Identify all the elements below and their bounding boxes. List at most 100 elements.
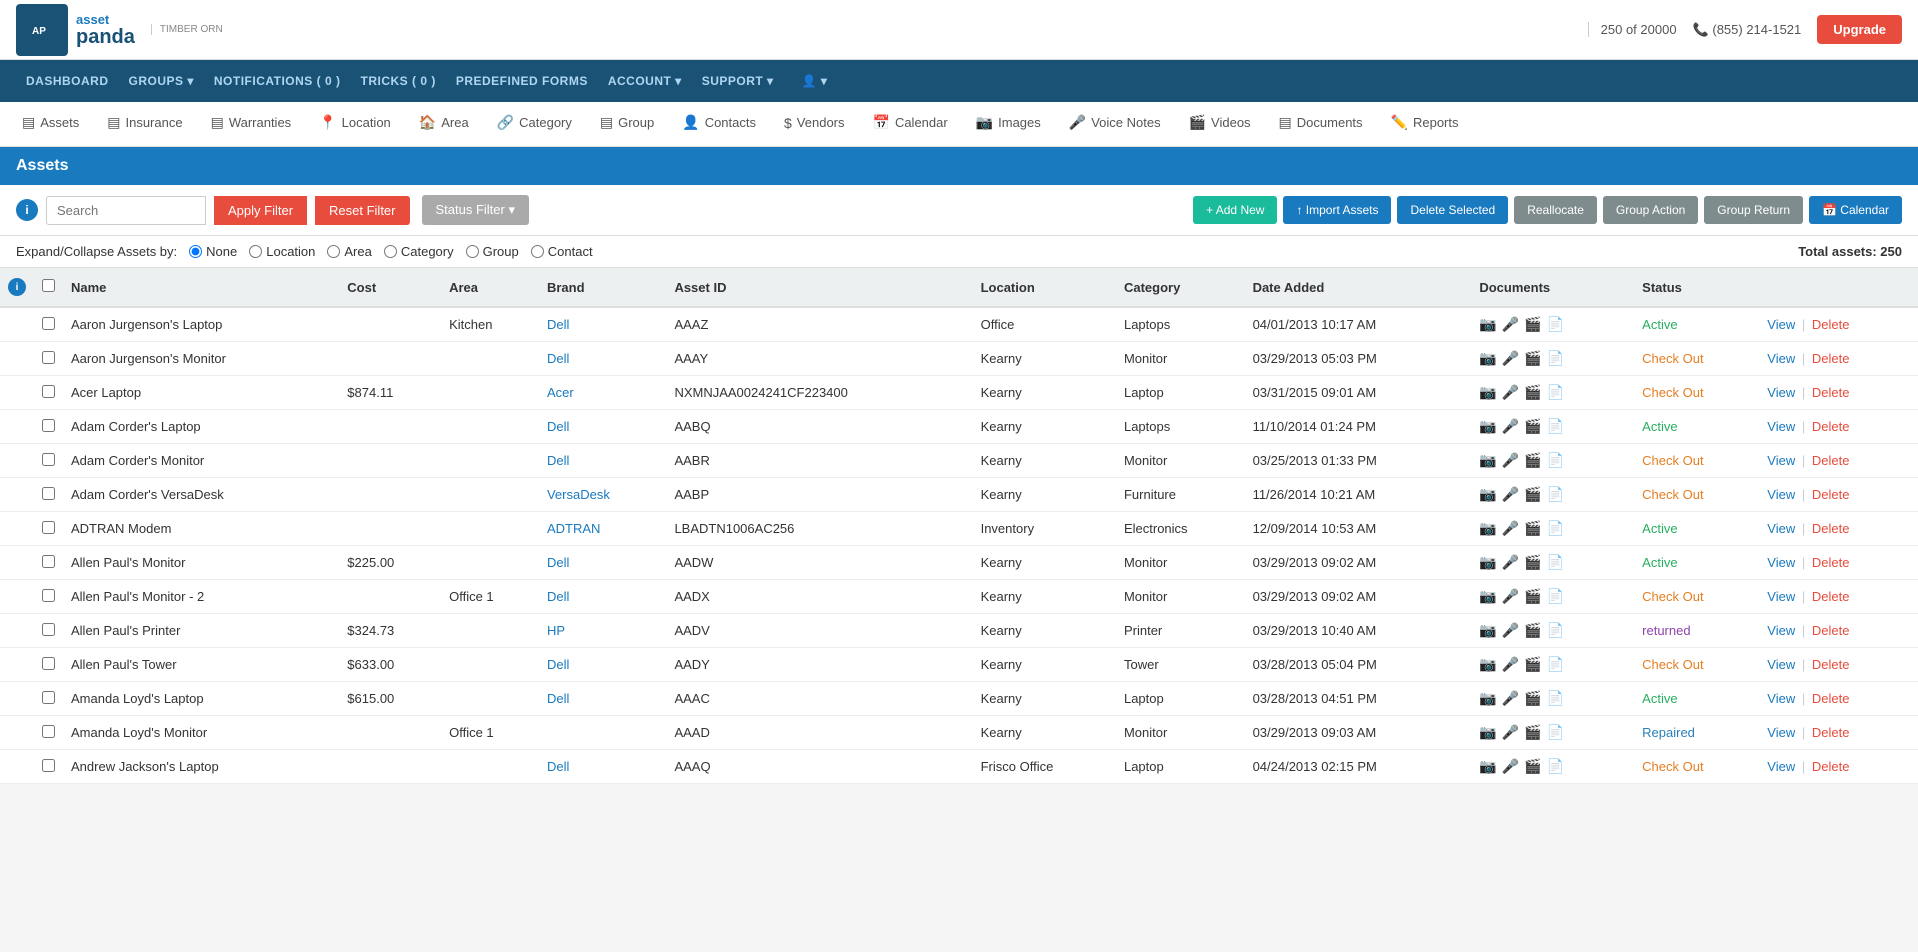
video-icon-9[interactable]: 🎬 — [1524, 622, 1541, 639]
row-delete-13[interactable]: Delete — [1812, 759, 1850, 774]
group-action-button[interactable]: Group Action — [1603, 196, 1698, 224]
reallocate-button[interactable]: Reallocate — [1514, 196, 1597, 224]
row-select-3[interactable] — [42, 419, 55, 432]
mic-icon-5[interactable]: 🎤 — [1502, 486, 1519, 503]
video-icon-7[interactable]: 🎬 — [1524, 554, 1541, 571]
row-brand-link-7[interactable]: Dell — [547, 555, 569, 570]
doc-icon-7[interactable]: 📄 — [1547, 554, 1564, 571]
doc-icon-1[interactable]: 📄 — [1547, 350, 1564, 367]
subnav-assets[interactable]: ▤ Assets — [8, 102, 93, 146]
row-select-9[interactable] — [42, 623, 55, 636]
row-brand-link-6[interactable]: ADTRAN — [547, 521, 600, 536]
subnav-videos[interactable]: 🎬 Videos — [1175, 102, 1265, 146]
mic-icon-13[interactable]: 🎤 — [1502, 758, 1519, 775]
mic-icon-3[interactable]: 🎤 — [1502, 418, 1519, 435]
subnav-warranties[interactable]: ▤ Warranties — [197, 102, 306, 146]
camera-icon-13[interactable]: 📷 — [1479, 758, 1496, 775]
row-select-13[interactable] — [42, 759, 55, 772]
doc-icon-4[interactable]: 📄 — [1547, 452, 1564, 469]
row-select-1[interactable] — [42, 351, 55, 364]
expand-group[interactable]: Group — [466, 244, 519, 259]
row-brand-link-11[interactable]: Dell — [547, 691, 569, 706]
row-delete-7[interactable]: Delete — [1812, 555, 1850, 570]
expand-area[interactable]: Area — [327, 244, 371, 259]
row-select-4[interactable] — [42, 453, 55, 466]
row-select-12[interactable] — [42, 725, 55, 738]
nav-groups[interactable]: GROUPS — [119, 60, 204, 102]
camera-icon-9[interactable]: 📷 — [1479, 622, 1496, 639]
group-return-button[interactable]: Group Return — [1704, 196, 1803, 224]
row-delete-8[interactable]: Delete — [1812, 589, 1850, 604]
camera-icon-7[interactable]: 📷 — [1479, 554, 1496, 571]
video-icon-1[interactable]: 🎬 — [1524, 350, 1541, 367]
delete-selected-button[interactable]: Delete Selected — [1397, 196, 1508, 224]
mic-icon-0[interactable]: 🎤 — [1502, 316, 1519, 333]
nav-tricks[interactable]: TRICKS ( 0 ) — [350, 60, 445, 102]
row-view-10[interactable]: View — [1767, 657, 1795, 672]
row-delete-3[interactable]: Delete — [1812, 419, 1850, 434]
row-view-13[interactable]: View — [1767, 759, 1795, 774]
mic-icon-10[interactable]: 🎤 — [1502, 656, 1519, 673]
subnav-vendors[interactable]: $ Vendors — [770, 103, 859, 146]
subnav-group[interactable]: ▤ Group — [586, 102, 668, 146]
table-info-icon[interactable]: i — [8, 278, 26, 296]
expand-none[interactable]: None — [189, 244, 237, 259]
video-icon-2[interactable]: 🎬 — [1524, 384, 1541, 401]
row-view-1[interactable]: View — [1767, 351, 1795, 366]
video-icon-8[interactable]: 🎬 — [1524, 588, 1541, 605]
mic-icon-8[interactable]: 🎤 — [1502, 588, 1519, 605]
row-select-8[interactable] — [42, 589, 55, 602]
row-brand-link-3[interactable]: Dell — [547, 419, 569, 434]
row-view-0[interactable]: View — [1767, 317, 1795, 332]
camera-icon-4[interactable]: 📷 — [1479, 452, 1496, 469]
expand-contact[interactable]: Contact — [531, 244, 593, 259]
apply-filter-button[interactable]: Apply Filter — [214, 196, 307, 225]
row-view-9[interactable]: View — [1767, 623, 1795, 638]
doc-icon-13[interactable]: 📄 — [1547, 758, 1564, 775]
row-brand-link-9[interactable]: HP — [547, 623, 565, 638]
subnav-reports[interactable]: ✏️ Reports — [1377, 102, 1473, 146]
video-icon-3[interactable]: 🎬 — [1524, 418, 1541, 435]
row-view-4[interactable]: View — [1767, 453, 1795, 468]
row-delete-6[interactable]: Delete — [1812, 521, 1850, 536]
row-select-11[interactable] — [42, 691, 55, 704]
row-brand-link-0[interactable]: Dell — [547, 317, 569, 332]
camera-icon-2[interactable]: 📷 — [1479, 384, 1496, 401]
row-brand-link-10[interactable]: Dell — [547, 657, 569, 672]
camera-icon-5[interactable]: 📷 — [1479, 486, 1496, 503]
camera-icon-10[interactable]: 📷 — [1479, 656, 1496, 673]
subnav-contacts[interactable]: 👤 Contacts — [668, 102, 770, 146]
row-delete-5[interactable]: Delete — [1812, 487, 1850, 502]
camera-icon-11[interactable]: 📷 — [1479, 690, 1496, 707]
row-brand-link-1[interactable]: Dell — [547, 351, 569, 366]
info-icon[interactable]: i — [16, 199, 38, 221]
row-select-7[interactable] — [42, 555, 55, 568]
mic-icon-9[interactable]: 🎤 — [1502, 622, 1519, 639]
camera-icon-3[interactable]: 📷 — [1479, 418, 1496, 435]
row-brand-link-5[interactable]: VersaDesk — [547, 487, 610, 502]
expand-location[interactable]: Location — [249, 244, 315, 259]
row-delete-11[interactable]: Delete — [1812, 691, 1850, 706]
nav-predefined-forms[interactable]: PREDEFINED FORMS — [446, 60, 598, 102]
subnav-voice-notes[interactable]: 🎤 Voice Notes — [1055, 102, 1175, 146]
video-icon-13[interactable]: 🎬 — [1524, 758, 1541, 775]
row-brand-link-4[interactable]: Dell — [547, 453, 569, 468]
expand-category[interactable]: Category — [384, 244, 454, 259]
search-input[interactable] — [46, 196, 206, 225]
nav-support[interactable]: SUPPORT — [692, 60, 784, 102]
video-icon-4[interactable]: 🎬 — [1524, 452, 1541, 469]
row-delete-0[interactable]: Delete — [1812, 317, 1850, 332]
doc-icon-11[interactable]: 📄 — [1547, 690, 1564, 707]
row-view-5[interactable]: View — [1767, 487, 1795, 502]
row-delete-4[interactable]: Delete — [1812, 453, 1850, 468]
row-delete-1[interactable]: Delete — [1812, 351, 1850, 366]
camera-icon-6[interactable]: 📷 — [1479, 520, 1496, 537]
row-delete-10[interactable]: Delete — [1812, 657, 1850, 672]
video-icon-11[interactable]: 🎬 — [1524, 690, 1541, 707]
mic-icon-4[interactable]: 🎤 — [1502, 452, 1519, 469]
status-filter-button[interactable]: Status Filter — [422, 195, 530, 225]
subnav-calendar[interactable]: 📅 Calendar — [859, 102, 962, 146]
row-delete-9[interactable]: Delete — [1812, 623, 1850, 638]
video-icon-0[interactable]: 🎬 — [1524, 316, 1541, 333]
row-select-2[interactable] — [42, 385, 55, 398]
